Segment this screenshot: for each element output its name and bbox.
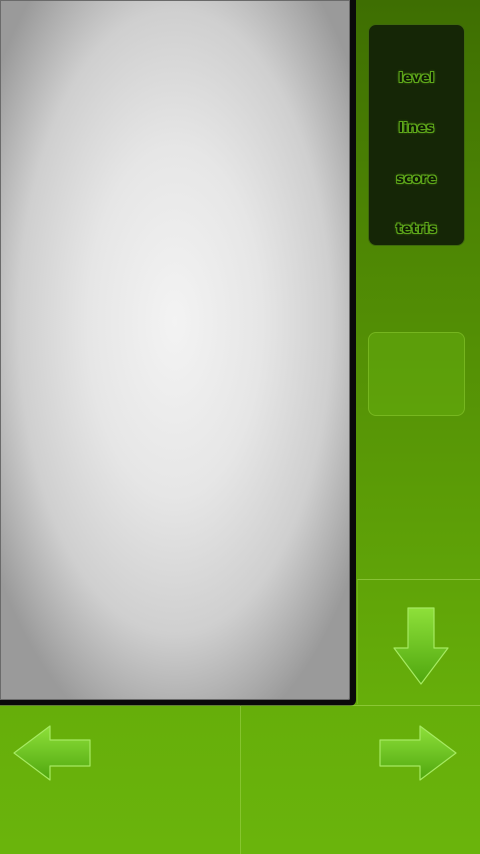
arrow-left-icon [13,725,91,781]
stats-panel: level lines score tetris [368,24,465,246]
game-screen: level lines score tetris [0,0,480,854]
lines-label: lines [398,121,435,136]
arrow-right-icon [379,725,457,781]
playfield[interactable] [0,0,350,700]
playfield-frame [0,0,356,706]
tetris-label: tetris [395,222,438,237]
level-label: level [398,71,435,86]
next-piece-preview [368,332,465,416]
arrow-down-icon [393,607,449,685]
score-label: score [396,172,437,187]
